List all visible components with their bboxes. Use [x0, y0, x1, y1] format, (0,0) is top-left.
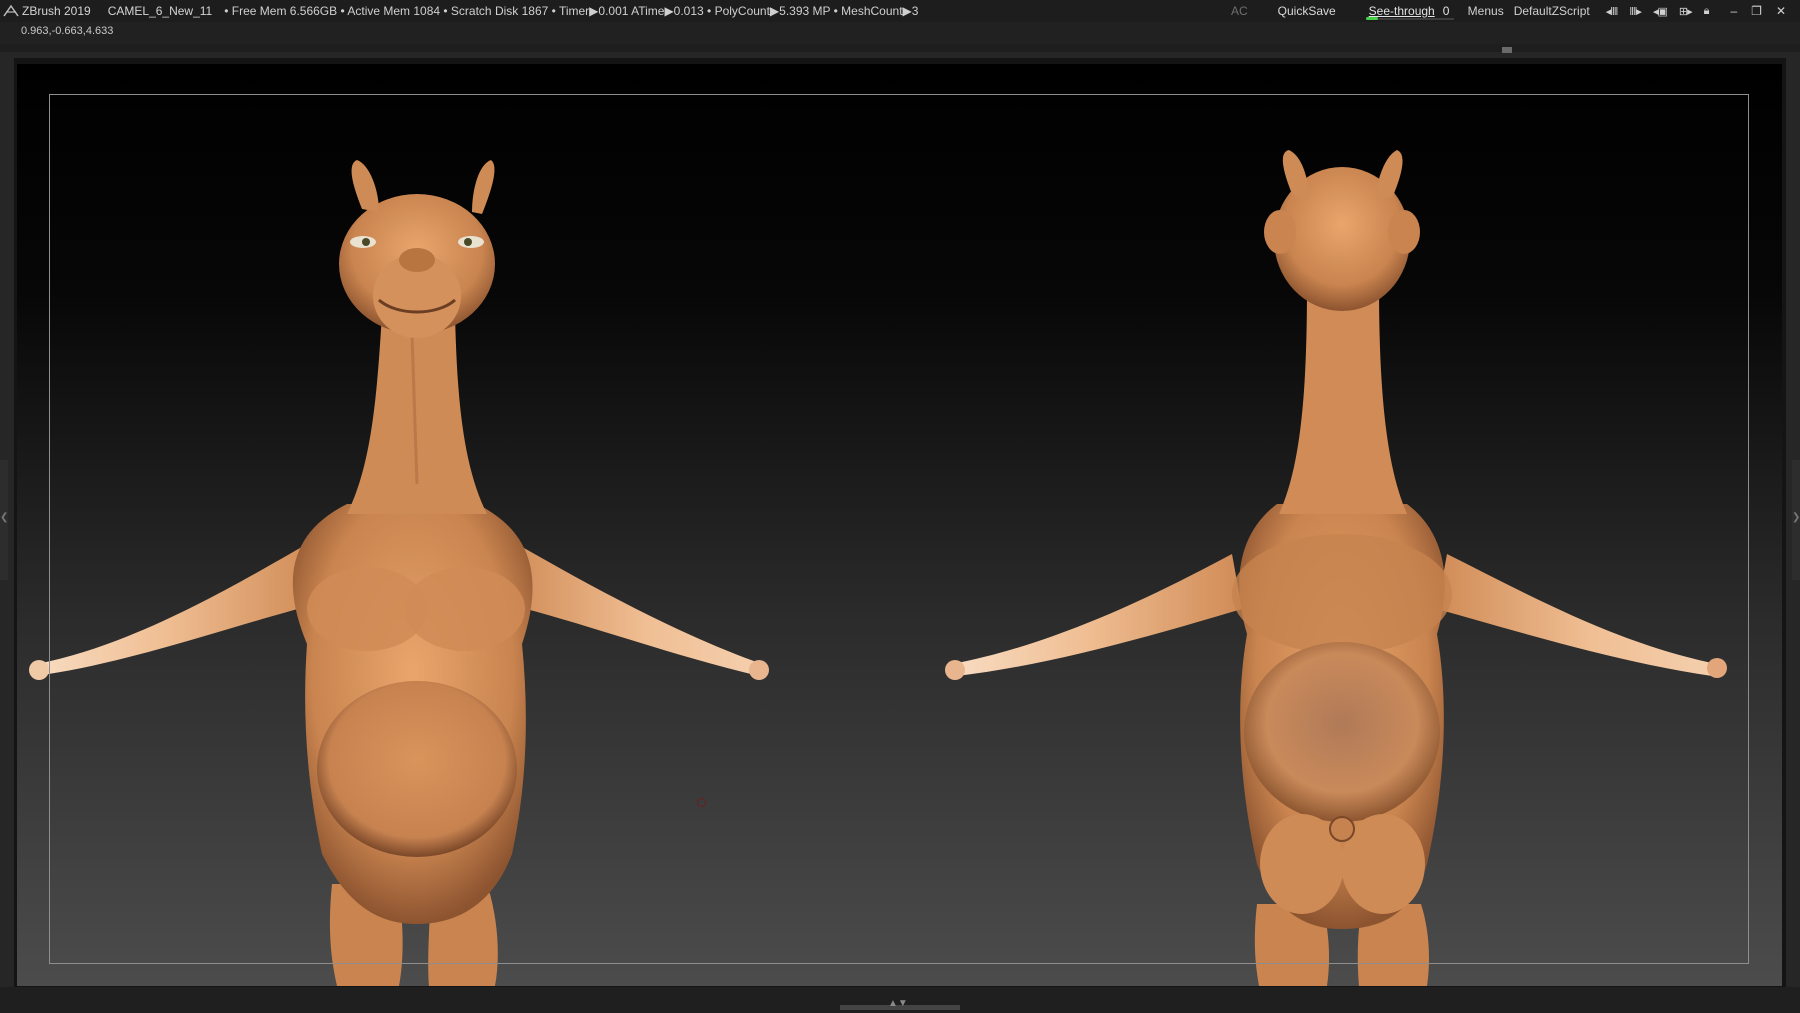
quicksave-button[interactable]: QuickSave — [1278, 4, 1336, 18]
ac-button[interactable]: AC — [1231, 4, 1248, 18]
see-through-label: See-through — [1368, 4, 1435, 18]
menus-button[interactable]: Menus — [1468, 4, 1504, 18]
memory-stats: • Free Mem 6.566GB • Active Mem 1084 • S… — [224, 4, 919, 18]
restore-icon[interactable]: ❐ — [1751, 4, 1762, 18]
default-zscript-button[interactable]: DefaultZScript — [1514, 4, 1590, 18]
interface-icon[interactable]: ◂‖‖ — [1606, 5, 1619, 18]
chevron-right-icon: ❯ — [1792, 512, 1800, 523]
document-canvas[interactable] — [17, 64, 1782, 986]
coordinate-bar: 0.963,-0.663,4.633 — [0, 22, 1800, 44]
camel-front-view[interactable] — [29, 160, 769, 986]
left-tray-handle[interactable]: ❮ — [0, 460, 8, 580]
cursor-marker — [697, 798, 706, 807]
camel-model-viewport[interactable] — [17, 64, 1782, 986]
palette-icon[interactable]: ‖‖▸ — [1629, 5, 1642, 18]
camel-back-view[interactable] — [945, 150, 1727, 986]
see-through-track — [1365, 18, 1454, 20]
close-icon[interactable]: ✕ — [1776, 4, 1786, 18]
top-right-controls: AC QuickSave See-through 0 Menus Default… — [1231, 0, 1800, 22]
see-through-value: 0 — [1442, 4, 1450, 18]
minimize-icon[interactable]: – — [1730, 4, 1737, 18]
separator — [0, 44, 1800, 52]
cursor-coordinates: 0.963,-0.663,4.633 — [21, 25, 114, 37]
chevron-left-icon: ❮ — [0, 512, 9, 523]
chevron-up-down-icon[interactable]: ▲▼ — [888, 998, 908, 1009]
zbrush-logo-icon[interactable] — [2, 3, 20, 19]
see-through-fill — [1365, 17, 1378, 20]
shelf-scroll-handle[interactable] — [1502, 47, 1512, 53]
toggle-icon[interactable]: ◂▣ — [1653, 5, 1668, 18]
see-through-slider[interactable]: See-through 0 — [1365, 2, 1454, 20]
right-tray-handle[interactable]: ❯ — [1792, 460, 1800, 580]
app-title: ZBrush 2019 — [22, 4, 91, 18]
top-status-bar: ZBrush 2019 CAMEL_6_New_11 • Free Mem 6.… — [0, 0, 1800, 22]
layout-icon[interactable]: ⊞▸ — [1679, 5, 1693, 18]
lock-icon[interactable]: 🔒︎ — [1704, 5, 1710, 18]
document-name: CAMEL_6_New_11 — [107, 4, 213, 18]
